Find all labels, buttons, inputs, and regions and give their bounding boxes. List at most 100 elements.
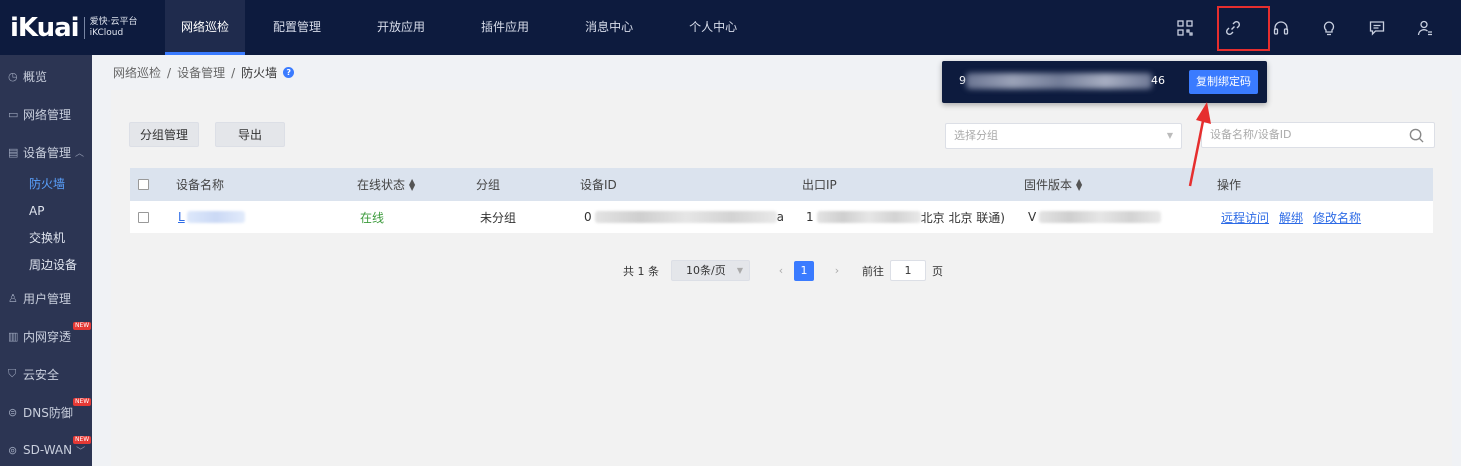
monitor-icon: ▭ xyxy=(8,107,19,121)
sidebar-item-tunnel[interactable]: ▥ 内网穿透 NEW xyxy=(0,317,92,355)
device-table: 设备名称 在线状态 ▲ ▼ 分组 设备ID 出口IP 固件版本 ▲ ▼ 操作 L 在… xyxy=(130,168,1433,233)
table-header: 设备名称 在线状态 ▲ ▼ 分组 设备ID 出口IP 固件版本 ▲ ▼ 操作 xyxy=(130,168,1433,201)
firmware-prefix: V xyxy=(1028,210,1037,224)
rename-link[interactable]: 修改名称 xyxy=(1313,209,1361,226)
device-id-suffix: a xyxy=(776,210,784,224)
sidebar-item-sdwan[interactable]: ⊚ SD-WAN ﹀ NEW xyxy=(0,431,92,466)
top-icon-bar xyxy=(1161,0,1449,55)
redacted-firmware xyxy=(1039,211,1162,223)
firmware-cell: V xyxy=(1028,201,1162,233)
tunnel-icon: ▥ xyxy=(8,329,19,343)
redacted-ip xyxy=(816,211,921,223)
header-firmware[interactable]: 固件版本 ▲ ▼ xyxy=(1024,168,1082,201)
shield-icon: ⛉ xyxy=(8,367,17,380)
redacted-device-name xyxy=(186,211,245,223)
group-select[interactable]: 选择分组 ▼ xyxy=(945,123,1182,149)
page-number-1[interactable]: 1 xyxy=(794,260,814,281)
user-settings-icon[interactable] xyxy=(1401,0,1449,55)
group-cell: 未分组 xyxy=(480,210,517,225)
breadcrumb-separator: / xyxy=(167,65,172,80)
logo-sub-cn: 爱快·云平台 xyxy=(89,16,138,27)
main-nav: 网络巡检 配置管理 开放应用 插件应用 消息中心 个人中心 xyxy=(165,0,777,55)
breadcrumb: 网络巡检 / 设备管理 / 防火墙 ? xyxy=(113,64,295,81)
chevron-up-icon: ︿ xyxy=(75,148,85,159)
sidebar-item-devices[interactable]: ▤ 设备管理 ︿ xyxy=(0,133,92,171)
device-id-cell: 0 a xyxy=(584,201,784,233)
device-id-prefix: 0 xyxy=(584,210,592,224)
sdwan-icon: ⊚ xyxy=(8,443,18,457)
new-badge: NEW xyxy=(73,436,92,444)
chevron-down-icon: ﹀ xyxy=(76,446,86,457)
nav-open-apps[interactable]: 开放应用 xyxy=(361,0,441,55)
search-icon[interactable] xyxy=(1409,128,1424,143)
help-icon[interactable]: ? xyxy=(283,67,295,78)
lightbulb-icon[interactable] xyxy=(1305,0,1353,55)
qr-scan-icon[interactable] xyxy=(1161,0,1209,55)
new-badge: NEW xyxy=(73,398,92,406)
sidebar-item-overview[interactable]: ◷ 概览 xyxy=(0,57,92,95)
goto-page-input[interactable]: 1 xyxy=(890,260,926,281)
row-checkbox[interactable] xyxy=(138,211,149,223)
header-actions: 操作 xyxy=(1217,178,1242,192)
header-egress-ip: 出口IP xyxy=(802,178,837,192)
sidebar-item-users[interactable]: ♙ 用户管理 xyxy=(0,279,92,317)
search-placeholder: 设备名称/设备ID xyxy=(1210,128,1292,141)
sidebar-item-label: 内网穿透 xyxy=(23,329,72,344)
new-badge: NEW xyxy=(73,322,92,330)
copy-binding-code-button[interactable]: 复制绑定码 xyxy=(1189,70,1258,94)
nav-message-center[interactable]: 消息中心 xyxy=(569,0,649,55)
sort-icon[interactable]: ▲ ▼ xyxy=(1076,177,1082,191)
sidebar-item-label: 设备管理 xyxy=(23,145,72,160)
sidebar-sub-switch[interactable]: 交换机 xyxy=(0,225,92,252)
device-name-cell[interactable]: L xyxy=(178,201,245,233)
table-row: L 在线 未分组 0 a 1 北京 北京 联通) V 远程访问 解绑 修改名称 xyxy=(130,201,1433,233)
sidebar-item-label: 概览 xyxy=(23,69,48,84)
sort-icon[interactable]: ▲ ▼ xyxy=(409,177,415,191)
annotation-arrow xyxy=(1188,102,1211,187)
breadcrumb-network-inspection[interactable]: 网络巡检 xyxy=(113,64,161,81)
row-actions: 远程访问 解绑 修改名称 xyxy=(1221,201,1371,233)
redacted-binding-code xyxy=(966,73,1152,89)
group-select-placeholder: 选择分组 xyxy=(954,129,998,142)
device-name-link[interactable]: L xyxy=(178,210,185,224)
logo-text: iKuai xyxy=(10,12,80,43)
sidebar-item-network[interactable]: ▭ 网络管理 xyxy=(0,95,92,133)
goto-label: 前往 xyxy=(862,264,884,278)
sidebar-sub-ap[interactable]: AP xyxy=(0,198,92,225)
unbind-link[interactable]: 解绑 xyxy=(1279,209,1303,226)
page-size-select[interactable]: 10条/页 ▼ xyxy=(671,260,750,281)
search-input[interactable]: 设备名称/设备ID xyxy=(1201,122,1435,148)
breadcrumb-separator: / xyxy=(231,65,236,80)
binding-code-popover: 9 46 复制绑定码 xyxy=(942,61,1267,103)
sidebar-item-dns[interactable]: ⊜ DNS防御 NEW xyxy=(0,393,92,431)
header-online-status-label: 在线状态 xyxy=(357,178,406,192)
nav-plugin-apps[interactable]: 插件应用 xyxy=(465,0,545,55)
sidebar: ◷ 概览 ▭ 网络管理 ▤ 设备管理 ︿ 防火墙 AP 交换机 周边设备 ♙ 用… xyxy=(0,55,92,466)
header-online-status[interactable]: 在线状态 ▲ ▼ xyxy=(357,168,415,201)
next-page-button[interactable]: › xyxy=(826,264,848,277)
sidebar-item-label: 云安全 xyxy=(23,367,60,382)
logo-subtitle: 爱快·云平台 iKCloud xyxy=(83,16,138,39)
sidebar-item-label: SD-WAN xyxy=(23,443,73,457)
message-icon[interactable] xyxy=(1353,0,1401,55)
nav-config-management[interactable]: 配置管理 xyxy=(257,0,337,55)
chevron-down-icon: ▼ xyxy=(736,266,743,275)
logo[interactable]: iKuai 爱快·云平台 iKCloud xyxy=(0,0,165,55)
link-icon-highlight xyxy=(1217,6,1270,51)
export-button[interactable]: 导出 xyxy=(215,122,285,147)
prev-page-button[interactable]: ‹ xyxy=(770,264,792,277)
sidebar-sub-firewall[interactable]: 防火墙 xyxy=(0,171,92,198)
breadcrumb-device-management[interactable]: 设备管理 xyxy=(177,64,225,81)
select-all-checkbox[interactable] xyxy=(138,179,149,190)
sidebar-item-cloud-security[interactable]: ⛉ 云安全 xyxy=(0,355,92,393)
remote-access-link[interactable]: 远程访问 xyxy=(1221,209,1269,226)
header-device-name: 设备名称 xyxy=(176,178,225,192)
sidebar-sub-peripheral[interactable]: 周边设备 xyxy=(0,252,92,279)
caret-down-icon: ▼ xyxy=(1166,131,1173,140)
total-count: 共 1 条 xyxy=(623,264,659,278)
group-manage-button[interactable]: 分组管理 xyxy=(129,122,199,147)
nav-personal-center[interactable]: 个人中心 xyxy=(673,0,753,55)
sidebar-item-label: DNS防御 xyxy=(23,405,73,420)
header-device-id: 设备ID xyxy=(580,178,617,192)
nav-network-inspection[interactable]: 网络巡检 xyxy=(165,0,246,55)
